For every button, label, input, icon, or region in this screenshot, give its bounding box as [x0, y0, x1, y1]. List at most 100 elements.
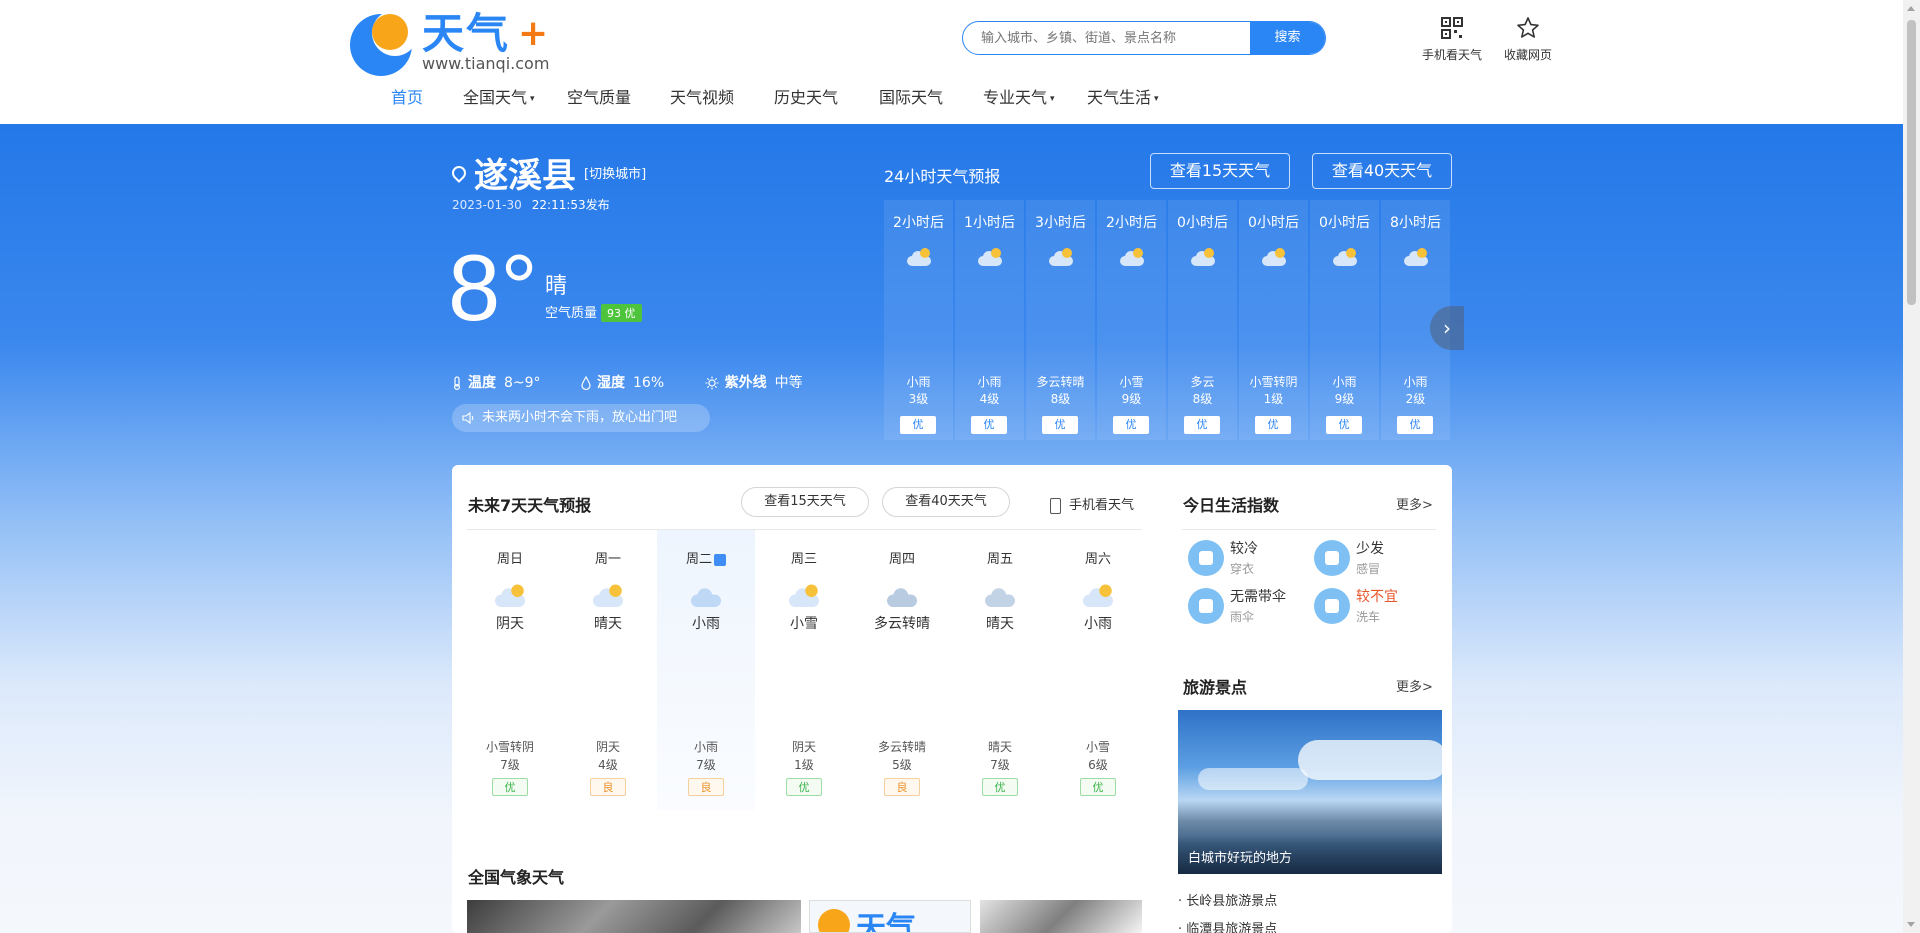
national-weather-image[interactable]	[467, 900, 801, 933]
aq-badge: 优	[1255, 416, 1291, 434]
nav-international-weather[interactable]: 国际天气	[879, 84, 943, 108]
scroll-thumb[interactable]	[1907, 20, 1916, 305]
travel-more-link[interactable]: 更多>	[1396, 676, 1433, 695]
cloudy-icon	[985, 583, 1015, 607]
hourly-forecast: 2小时后 小雨 3级 优 1小时后 小雨 4级 优 3小时后 多云转晴 8级 优 2小…	[884, 200, 1452, 440]
day-item[interactable]: 周五 晴天 晴天 7级 优	[951, 530, 1049, 810]
current-temperature: 8°	[448, 235, 538, 340]
umbrella-icon	[1188, 588, 1224, 624]
day-item[interactable]: 周日 阴天 小雪转阴 7级 优	[461, 530, 559, 810]
current-weather: 晴	[545, 274, 568, 299]
hourly-forecast-title: 24小时天气预报	[884, 167, 1001, 186]
water-drop-icon	[581, 375, 591, 391]
travel-link[interactable]: · 长岭县旅游景点	[1178, 890, 1277, 909]
day-item-selected[interactable]: 周二 小雨 小雨 7级 良	[657, 530, 755, 810]
hour-item: 3小时后 多云转晴 8级 优	[1026, 200, 1095, 440]
national-weather-image[interactable]	[980, 900, 1142, 933]
rain-tip: 未来两小时不会下雨，放心出门吧	[452, 404, 710, 432]
partly-cloudy-icon	[1190, 246, 1215, 266]
aqi-badge[interactable]: 93 优	[601, 304, 642, 322]
mobile-weather-link[interactable]: 手机看天气	[1417, 16, 1487, 63]
day-item[interactable]: 周三 小雪 阴天 1级 优	[755, 530, 853, 810]
aqi-line: 空气质量 93 优	[545, 302, 642, 322]
uv-stat: 紫外线 中等	[705, 372, 803, 392]
aq-badge: 优	[982, 778, 1018, 796]
scenic-spot-image[interactable]: 白城市好玩的地方	[1178, 710, 1442, 874]
rain-badge-icon	[714, 553, 726, 566]
hour-item: 0小时后 小雪转阴 1级 优	[1239, 200, 1308, 440]
caret-down-icon: ▾	[530, 93, 535, 104]
caret-down-icon: ▾	[1050, 93, 1055, 104]
aq-badge: 良	[688, 778, 724, 796]
aq-badge: 良	[884, 778, 920, 796]
aq-badge: 优	[786, 778, 822, 796]
view-40-day-button[interactable]: 查看40天天气	[1312, 153, 1452, 189]
search-button[interactable]: 搜索	[1250, 22, 1325, 54]
partly-cloudy-icon	[495, 583, 525, 607]
partly-cloudy-icon	[906, 246, 931, 266]
day-item[interactable]: 周六 小雨 小雪 6级 优	[1049, 530, 1147, 810]
life-index-clothing[interactable]: 较冷 穿衣	[1188, 538, 1308, 578]
national-weather-title: 全国气象天气	[468, 868, 565, 887]
scenic-caption: 白城市好玩的地方	[1178, 836, 1442, 874]
partly-cloudy-icon	[593, 583, 623, 607]
qr-code-icon	[1441, 17, 1463, 39]
pill-icon	[1314, 540, 1350, 576]
nav-weather-video[interactable]: 天气视频	[670, 84, 734, 108]
temp-stat: 温度 8~9°	[452, 372, 541, 392]
partly-cloudy-icon	[1261, 246, 1286, 266]
life-index-car-wash[interactable]: 较不宜 洗车	[1314, 586, 1434, 626]
bookmark-label: 收藏网页	[1503, 48, 1552, 62]
week-forecast-title: 未来7天天气预报	[468, 496, 592, 515]
aq-badge: 良	[590, 778, 626, 796]
life-index-title: 今日生活指数	[1183, 496, 1280, 515]
logo-sun-icon	[372, 14, 408, 50]
week-40-day-button[interactable]: 查看40天天气	[882, 487, 1010, 517]
site-header: 天气 + www.tianqi.com 搜索 手机看天气 收藏网页 首页 全国天…	[0, 0, 1903, 124]
search-input[interactable]	[963, 22, 1253, 54]
hour-item: 2小时后 小雨 3级 优	[884, 200, 953, 440]
day-item[interactable]: 周一 晴天 阴天 4级 良	[559, 530, 657, 810]
hour-item: 1小时后 小雨 4级 优	[955, 200, 1024, 440]
rain-cloud-icon	[691, 583, 721, 607]
aq-badge: 优	[1326, 416, 1362, 434]
phone-icon	[1050, 497, 1061, 514]
logo-url: www.tianqi.com	[422, 54, 550, 73]
current-stats: 温度 8~9° 湿度 16% 紫外线 中等	[452, 372, 839, 392]
scroll-down-arrow-icon[interactable]	[1907, 922, 1915, 927]
travel-link[interactable]: · 临潭县旅游景点	[1178, 918, 1277, 933]
partly-cloudy-icon	[1048, 246, 1073, 266]
life-index-umbrella[interactable]: 无需带伞 雨伞	[1188, 586, 1308, 626]
switch-city-link[interactable]: [切换城市]	[584, 167, 646, 182]
logo-plus: +	[518, 13, 549, 54]
site-logo[interactable]: 天气 + www.tianqi.com	[350, 10, 550, 76]
cloudy-icon	[887, 583, 917, 607]
nav-professional-weather[interactable]: 专业天气 ▾	[983, 84, 1055, 108]
mobile-weather-label: 手机看天气	[1421, 48, 1482, 62]
nav-air-quality[interactable]: 空气质量	[567, 84, 631, 108]
humidity-stat: 湿度 16%	[581, 372, 664, 392]
nav-history-weather[interactable]: 历史天气	[774, 84, 838, 108]
shirt-icon	[1188, 540, 1224, 576]
partly-cloudy-icon	[1083, 583, 1113, 607]
hour-item: 0小时后 多云 8级 优	[1168, 200, 1237, 440]
national-weather-image[interactable]: 天气	[809, 900, 971, 933]
week-15-day-button[interactable]: 查看15天天气	[741, 487, 869, 517]
view-15-day-button[interactable]: 查看15天天气	[1150, 153, 1290, 189]
life-index-cold[interactable]: 少发 感冒	[1314, 538, 1434, 578]
day-item[interactable]: 周四 多云转晴 多云转晴 5级 良	[853, 530, 951, 810]
week-mobile-link[interactable]: 手机看天气	[1050, 494, 1134, 514]
thermometer-icon	[453, 376, 461, 391]
aq-badge: 优	[900, 416, 936, 434]
nav-national-weather[interactable]: 全国天气 ▾	[463, 84, 535, 108]
nav-weather-life[interactable]: 天气生活 ▾	[1087, 84, 1159, 108]
city-name: 遂溪县	[474, 156, 576, 196]
page-scrollbar[interactable]	[1903, 0, 1920, 933]
scroll-up-arrow-icon[interactable]	[1907, 6, 1915, 11]
life-index-more-link[interactable]: 更多>	[1396, 494, 1433, 513]
nav-home[interactable]: 首页	[391, 84, 423, 108]
location-pin-icon	[449, 162, 469, 183]
hour-item: 0小时后 小雨 9级 优	[1310, 200, 1379, 440]
bookmark-link[interactable]: 收藏网页	[1493, 16, 1563, 63]
partly-cloudy-icon	[1332, 246, 1357, 266]
